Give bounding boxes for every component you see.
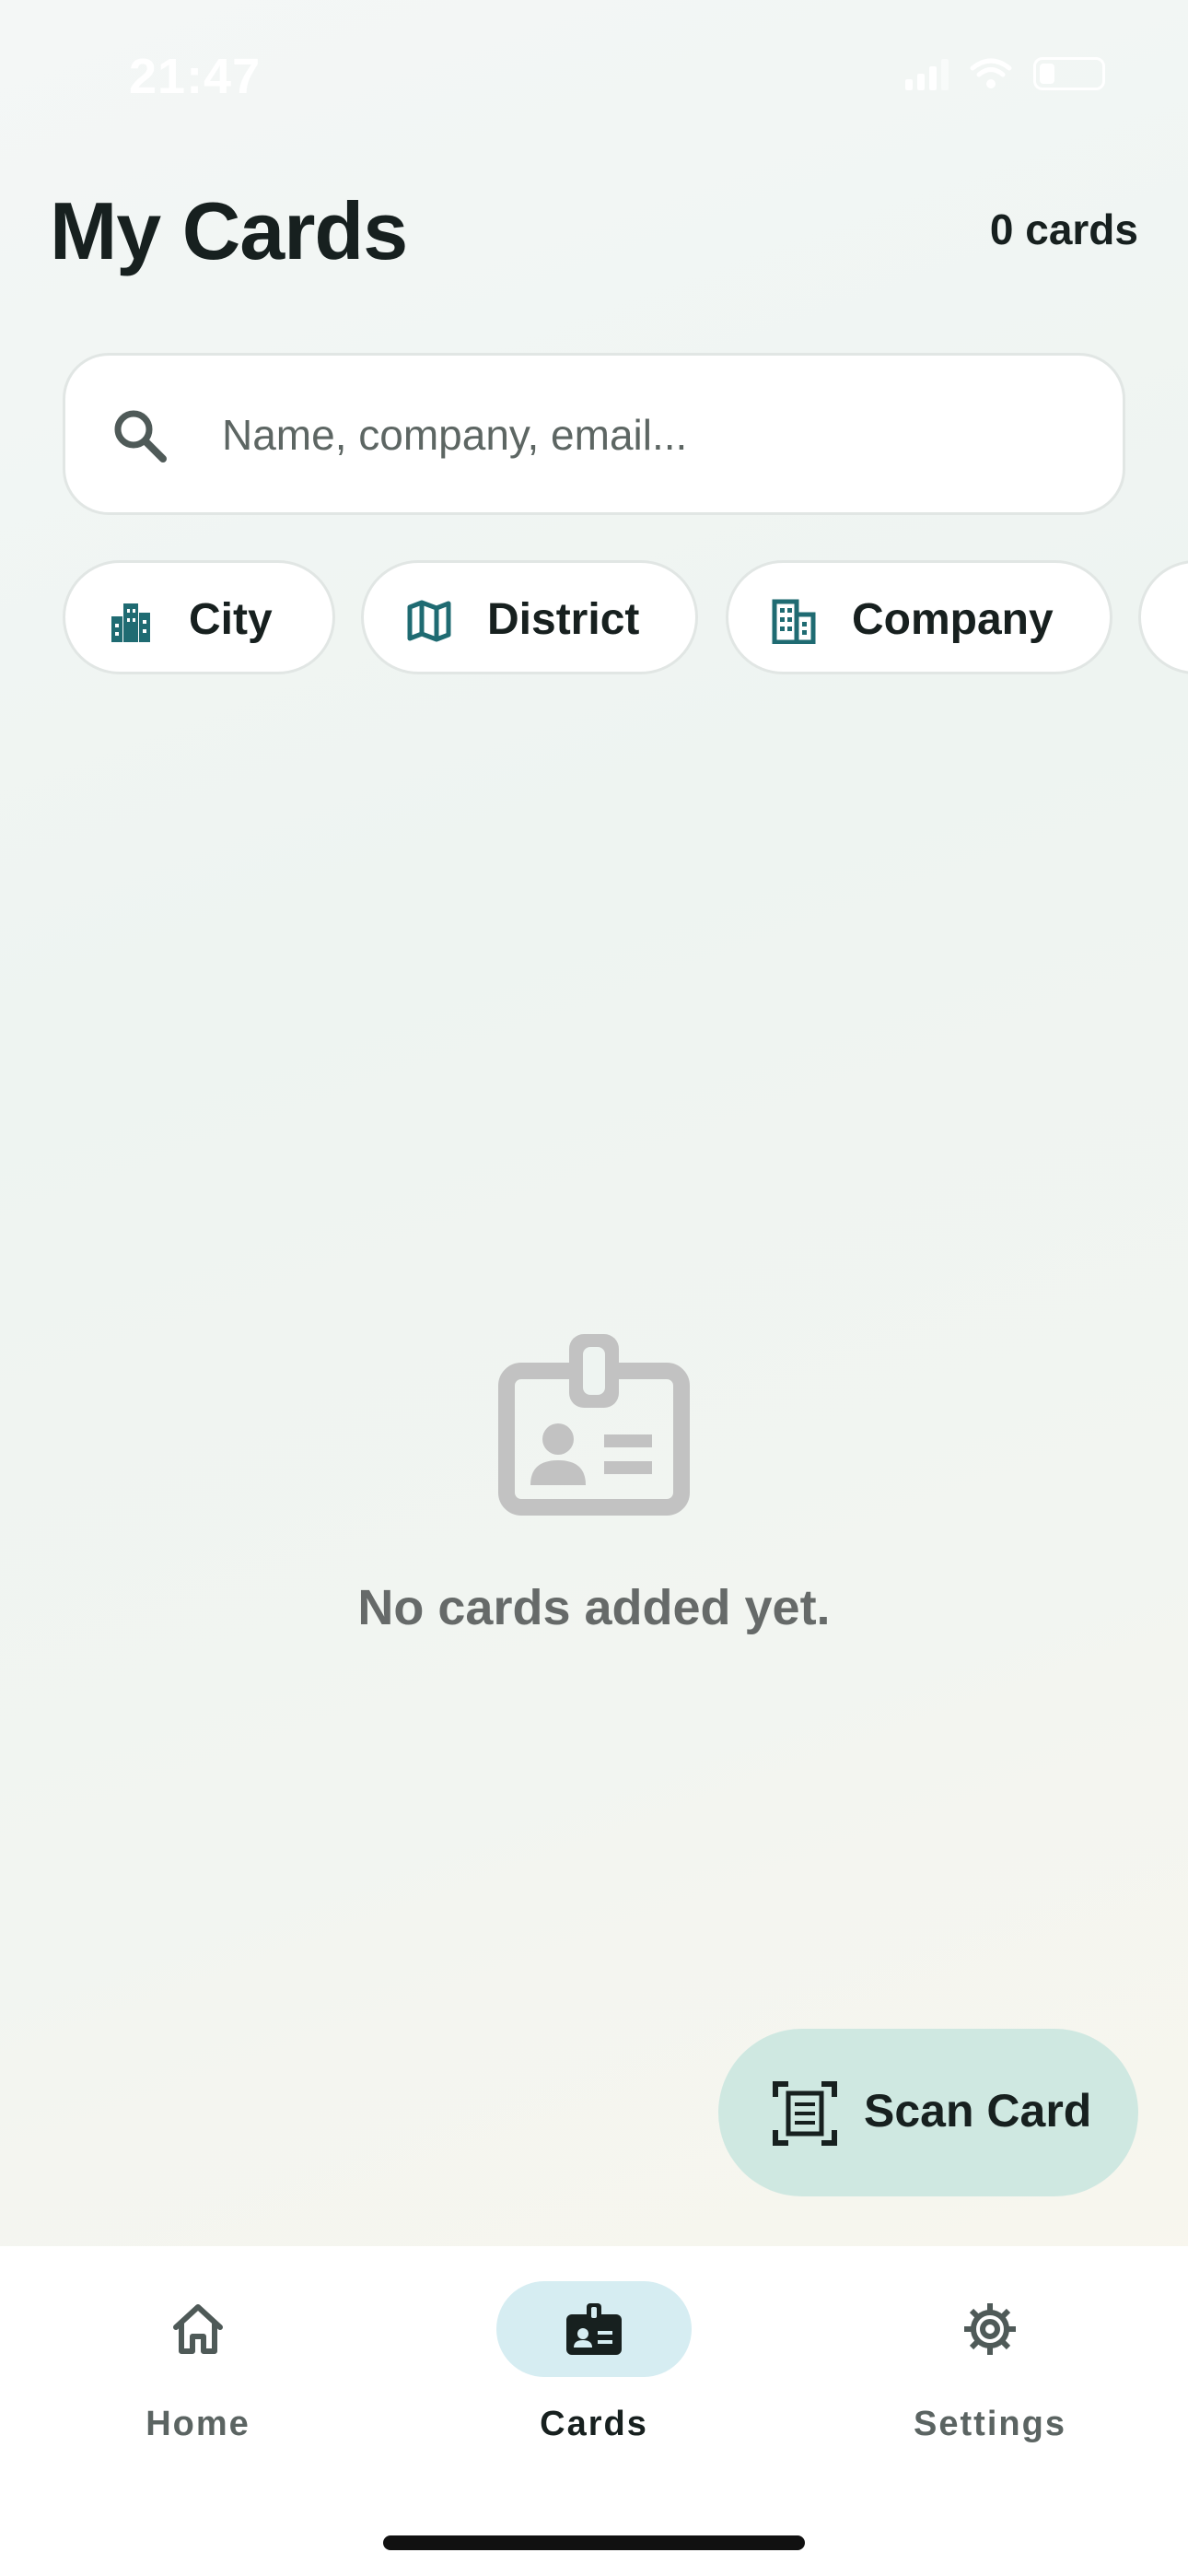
filter-chip-city[interactable]: City — [63, 560, 335, 674]
id-badge-icon — [566, 2303, 622, 2355]
filter-chip-label: District — [487, 595, 640, 644]
search-input[interactable] — [222, 392, 1088, 477]
signal-icon — [905, 57, 949, 90]
scan-card-label: Scan Card — [864, 2085, 1092, 2137]
nav-label-home: Home — [146, 2405, 250, 2443]
scan-card-button[interactable]: Scan Card — [718, 2029, 1138, 2196]
search-icon — [114, 410, 167, 463]
nav-icon-container — [496, 2281, 692, 2377]
filter-chip-label: Company — [852, 595, 1054, 644]
document-scan-icon — [773, 2081, 837, 2146]
nav-icon-container — [100, 2281, 296, 2377]
status-time: 21:47 — [129, 49, 262, 104]
filter-chip-more[interactable] — [1138, 560, 1188, 674]
filter-chip-company[interactable]: Company — [726, 560, 1112, 674]
nav-label-settings: Settings — [914, 2405, 1066, 2443]
bottom-nav: Home Cards Settings — [0, 2246, 1188, 2576]
battery-icon — [1033, 57, 1105, 90]
card-count: 0 cards — [989, 205, 1138, 253]
home-indicator — [383, 2535, 805, 2550]
wifi-icon — [970, 58, 1012, 88]
status-bar: 21:47 — [0, 0, 1188, 157]
city-icon — [111, 603, 150, 642]
nav-label-cards: Cards — [540, 2405, 648, 2443]
filter-chip-icon — [1183, 598, 1188, 644]
id-badge-icon — [498, 1334, 690, 1516]
filter-chip-district[interactable]: District — [361, 560, 698, 674]
nav-icon-container — [892, 2281, 1088, 2377]
page-title: My Cards — [50, 185, 408, 276]
map-icon — [407, 600, 451, 642]
gear-icon — [964, 2303, 1016, 2355]
building-icon — [772, 599, 816, 644]
search-bar[interactable] — [63, 353, 1125, 515]
filter-chip-label: City — [189, 595, 273, 644]
filter-chips: City District Company — [63, 560, 1188, 674]
nav-item-home[interactable]: Home — [78, 2281, 318, 2456]
nav-item-cards[interactable]: Cards — [474, 2281, 714, 2456]
status-icons — [905, 57, 1105, 90]
home-icon — [173, 2304, 223, 2354]
empty-state-message: No cards added yet. — [357, 1580, 831, 1635]
nav-item-settings[interactable]: Settings — [870, 2281, 1110, 2456]
